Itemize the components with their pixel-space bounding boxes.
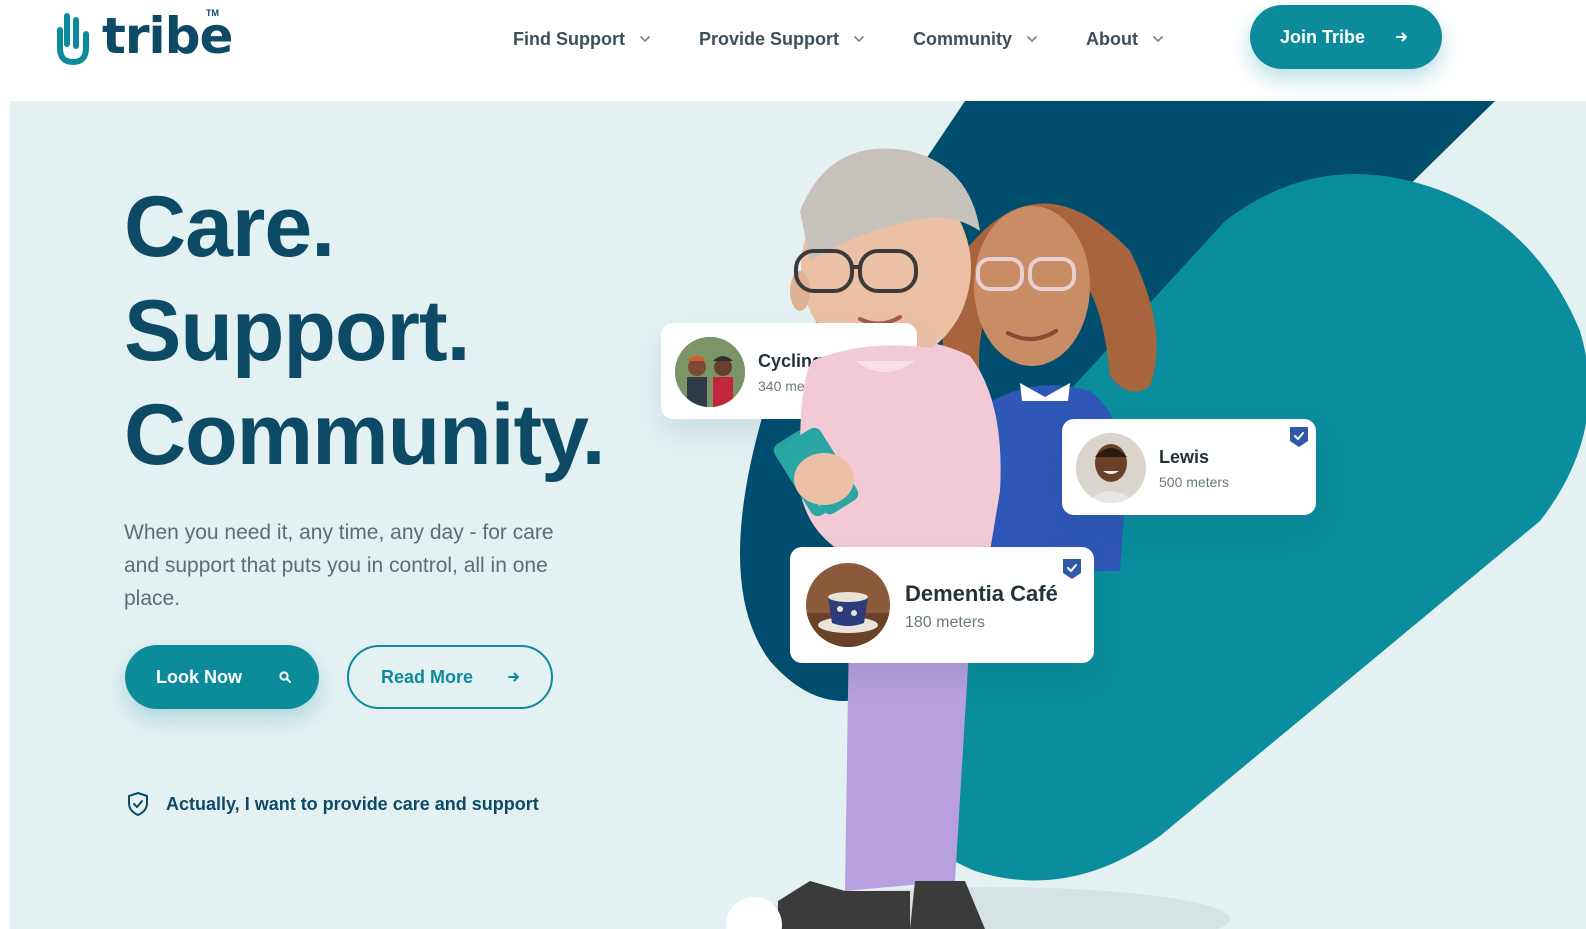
verified-badge-icon (1290, 427, 1308, 447)
arrow-right-icon (508, 672, 520, 682)
dementia-cafe-distance: 180 meters (905, 614, 986, 631)
nav-provide-support-label: Provide Support (698, 28, 839, 49)
cyclists-photo (675, 337, 745, 407)
provide-care-link[interactable]: Actually, I want to provide care and sup… (126, 791, 539, 817)
join-tribe-label: Join Tribe (1280, 26, 1366, 47)
hero-headline: Care. Support. Community. (124, 175, 606, 487)
read-more-label: Read More (381, 666, 474, 687)
nav-community-label: Community (913, 28, 1012, 49)
dementia-cafe-avatar (806, 563, 890, 647)
phone-in-hand (785, 427, 859, 515)
lewis-avatar (1076, 433, 1146, 503)
dementia-cafe-card[interactable]: Dementia Café 180 meters (790, 547, 1094, 663)
nav-community[interactable]: Community (913, 26, 1038, 52)
chevron-down-icon (854, 36, 864, 43)
arrow-right-icon (1396, 32, 1408, 42)
nav-provide-support[interactable]: Provide Support (699, 26, 865, 52)
join-tribe-button[interactable]: Join Tribe (1250, 5, 1442, 69)
search-icon (279, 671, 291, 683)
nav-find-support[interactable]: Find Support (513, 26, 651, 52)
headline-care: Care. (124, 179, 335, 275)
nav-about[interactable]: About (1086, 26, 1164, 52)
headline-support: Support. (124, 283, 470, 379)
nav-find-support-label: Find Support (513, 28, 625, 49)
hero-section: Care. Support. Community. When you need … (10, 101, 1586, 929)
chevron-down-icon (1153, 36, 1163, 43)
provide-care-label: Actually, I want to provide care and sup… (166, 793, 539, 814)
dementia-cafe-name: Dementia Café (905, 581, 1058, 606)
chevron-down-icon (1027, 36, 1037, 43)
look-now-button[interactable]: Look Now (125, 645, 319, 709)
lewis-name: Lewis (1159, 447, 1210, 467)
tribe-hand-logo-icon (57, 13, 89, 66)
main-nav: Find Support Provide Support Community A… (513, 26, 1212, 52)
shield-check-icon (128, 792, 148, 816)
chevron-down-icon (640, 36, 650, 43)
hero-description: When you need it, any time, any day - fo… (124, 521, 554, 610)
verified-badge-icon (1063, 559, 1081, 579)
trademark-mark: TM (206, 8, 219, 18)
lewis-card[interactable]: Lewis 500 meters (1062, 419, 1316, 515)
teacup-photo (806, 563, 890, 647)
site-header: tribe TM Find Support Provide Support Co… (0, 0, 1586, 101)
cycling-group-avatar (675, 337, 745, 407)
headline-community: Community. (124, 387, 606, 483)
nav-about-label: About (1086, 28, 1138, 49)
read-more-button[interactable]: Read More (347, 645, 553, 709)
look-now-label: Look Now (156, 666, 242, 687)
lewis-photo (1076, 433, 1146, 503)
lewis-distance: 500 meters (1159, 474, 1230, 490)
